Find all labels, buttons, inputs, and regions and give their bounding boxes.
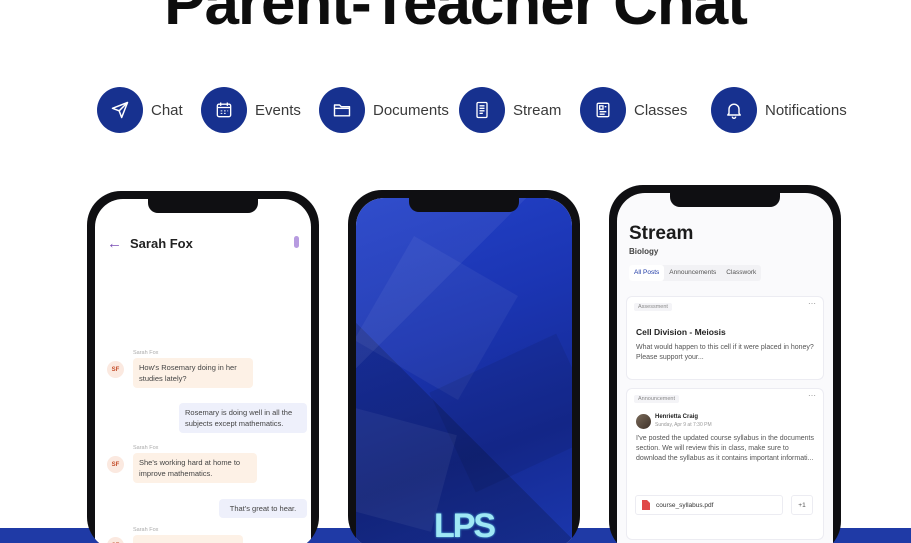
stream-tabs: All Posts Announcements Classwork xyxy=(629,265,762,281)
post-card[interactable]: Announcement ⋯ Henrietta Craig Sunday, A… xyxy=(627,389,823,539)
post-card[interactable]: Assessment ⋯ Cell Division - Meiosis Wha… xyxy=(627,297,823,379)
phone-chat: ← Sarah Fox Sarah Fox SF How's Rosemary … xyxy=(87,191,319,543)
post-tag: Announcement xyxy=(634,395,679,403)
feature-chat: Chat xyxy=(97,87,183,133)
phone-notch xyxy=(409,198,519,212)
post-body: I've posted the updated course syllabus … xyxy=(636,435,815,462)
more-options-icon[interactable] xyxy=(294,236,299,248)
avatar: SF xyxy=(107,537,124,543)
message-sender: Sarah Fox xyxy=(133,350,159,356)
attachment-name: course_syllabus.pdf xyxy=(656,501,714,509)
page-headline: Parent-Teacher Chat xyxy=(164,0,748,38)
message-bubble-out: That's great to hear. xyxy=(219,499,307,518)
feature-label: Classes xyxy=(634,101,688,119)
chat-header: ← Sarah Fox xyxy=(107,233,299,253)
splash-screen: LPS xyxy=(356,198,572,543)
chat-contact-name: Sarah Fox xyxy=(130,235,193,251)
feature-stream: Stream xyxy=(459,87,561,133)
more-icon[interactable]: ⋯ xyxy=(808,391,816,400)
avatar: SF xyxy=(107,361,124,378)
tab-all-posts[interactable]: All Posts xyxy=(629,265,665,281)
pdf-icon xyxy=(642,500,650,510)
stream-icon xyxy=(459,87,505,133)
stream-screen: Stream Biology All Posts Announcements C… xyxy=(617,193,833,543)
message-bubble-in: How's Rosemary doing in her studies late… xyxy=(133,358,253,388)
message-bubble-in: She's working hard at home to improve ma… xyxy=(133,453,257,483)
post-body: What would happen to this cell if it wer… xyxy=(636,344,814,361)
phone-stream: Stream Biology All Posts Announcements C… xyxy=(609,185,841,543)
author-name: Henrietta Craig xyxy=(655,414,699,420)
feature-events: Events xyxy=(201,87,301,133)
folder-icon xyxy=(319,87,365,133)
feature-label: Stream xyxy=(513,101,562,119)
send-icon xyxy=(97,87,143,133)
feature-label: Events xyxy=(255,101,301,119)
feature-label: Documents xyxy=(373,101,449,119)
feature-label: Chat xyxy=(151,101,183,119)
post-tag: Assessment xyxy=(634,303,672,311)
classes-icon xyxy=(580,87,626,133)
message-sender: Sarah Fox xyxy=(133,527,159,533)
post-title: Cell Division - Meiosis xyxy=(636,327,726,337)
more-icon[interactable]: ⋯ xyxy=(808,299,816,308)
phone-notch xyxy=(670,193,780,207)
message-sender: Sarah Fox xyxy=(133,445,159,451)
tab-classwork[interactable]: Classwork xyxy=(721,265,761,281)
app-logo: LPS xyxy=(433,507,496,543)
more-attachments-button[interactable]: +1 xyxy=(791,495,813,515)
message-bubble-in xyxy=(133,535,243,543)
bell-icon xyxy=(711,87,757,133)
calendar-icon xyxy=(201,87,247,133)
attachment-chip[interactable]: course_syllabus.pdf xyxy=(635,495,783,515)
avatar: SF xyxy=(107,456,124,473)
chat-screen: ← Sarah Fox Sarah Fox SF How's Rosemary … xyxy=(95,199,311,543)
page-title: Stream xyxy=(629,223,694,244)
feature-row: Chat Events Documents Stream Classes Not… xyxy=(0,87,911,133)
post-time: Sunday, Apr 9 at 7:30 PM xyxy=(655,422,712,428)
feature-documents: Documents xyxy=(319,87,449,133)
feature-notifications: Notifications xyxy=(711,87,847,133)
phone-notch xyxy=(148,199,258,213)
feature-classes: Classes xyxy=(580,87,687,133)
phone-splash: LPS xyxy=(348,190,580,543)
feature-label: Notifications xyxy=(765,101,847,119)
back-arrow-icon[interactable]: ← xyxy=(107,235,122,252)
class-subject: Biology xyxy=(629,247,659,256)
avatar xyxy=(636,414,651,429)
message-bubble-out: Rosemary is doing well in all the subjec… xyxy=(179,403,307,433)
tab-announcements[interactable]: Announcements xyxy=(664,265,721,281)
